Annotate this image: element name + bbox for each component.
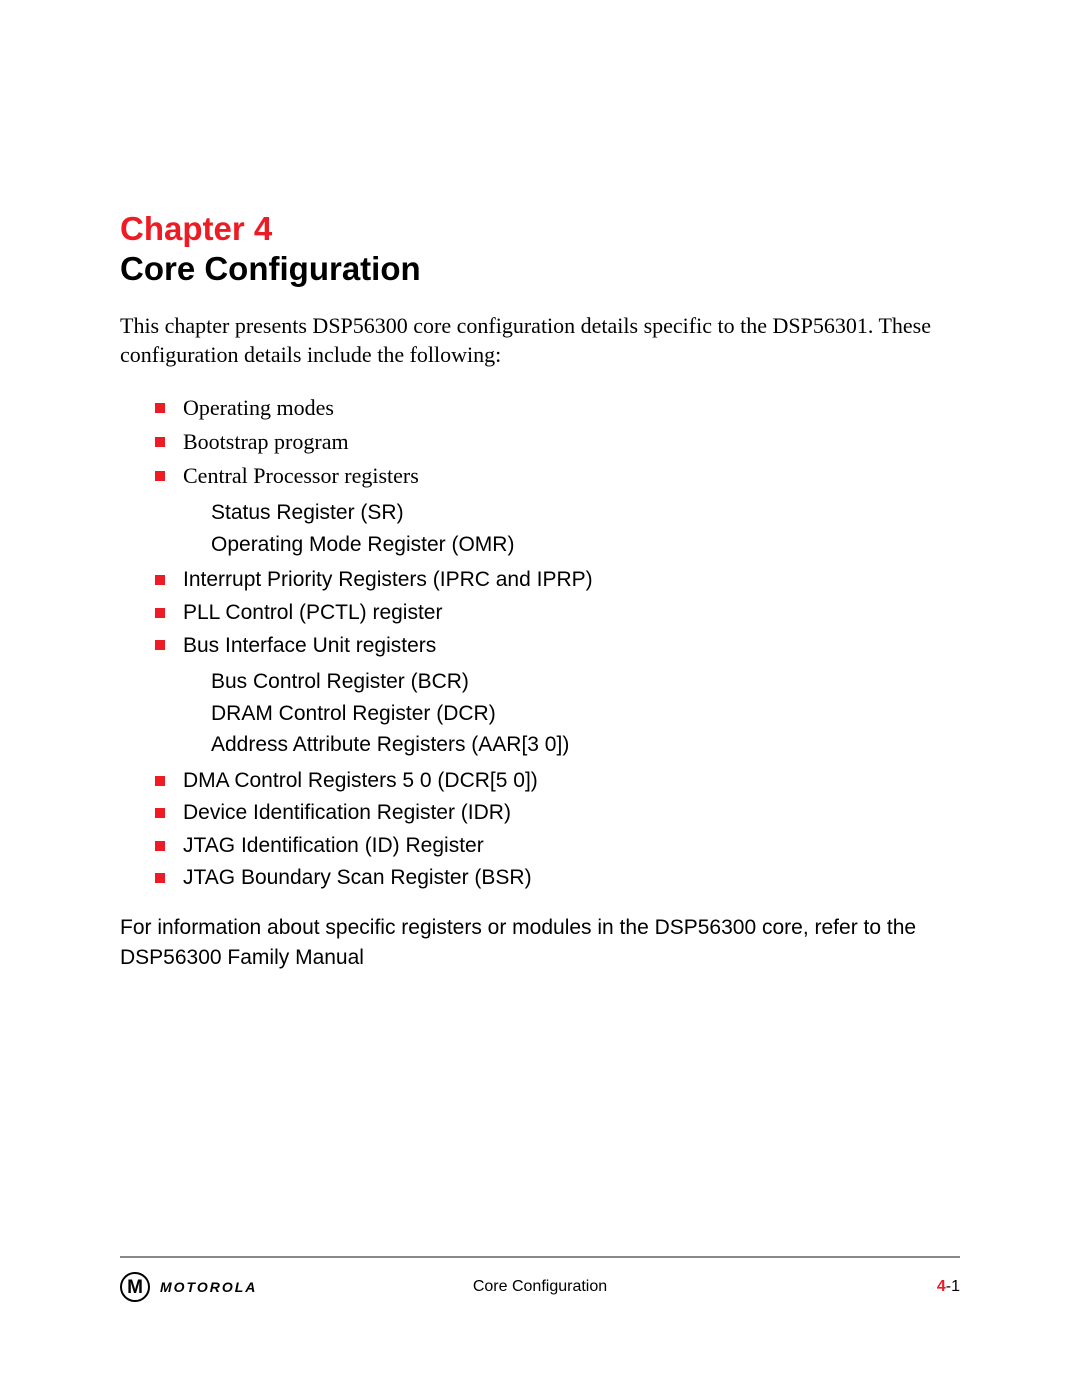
brand-wordmark: MOTOROLA <box>160 1279 257 1295</box>
sub-list-item: Address Attribute Registers (AAR[3 0]) <box>183 729 960 761</box>
sub-list-item: Bus Control Register (BCR) <box>183 666 960 698</box>
sub-list-item: DRAM Control Register (DCR) <box>183 698 960 730</box>
page-number-page: 1 <box>951 1278 960 1295</box>
list-item-text: JTAG Boundary Scan Register (BSR) <box>183 866 532 889</box>
motorola-logo-icon: M <box>120 1272 150 1302</box>
list-item-text: Operating modes <box>183 395 334 420</box>
list-item-text: Bus Interface Unit registers <box>183 634 436 657</box>
sub-list-item: Status Register (SR) <box>183 497 960 529</box>
list-item: Bootstrap program <box>155 425 960 459</box>
list-item: Central Processor registers Status Regist… <box>155 459 960 564</box>
intro-paragraph: This chapter presents DSP56300 core conf… <box>120 312 960 369</box>
list-item-text: Bootstrap program <box>183 429 349 454</box>
chapter-number: Chapter 4 <box>120 210 960 248</box>
list-item: Operating modes <box>155 391 960 425</box>
list-item-text: Central Processor registers <box>183 463 419 488</box>
chapter-title: Core Configuration <box>120 250 960 288</box>
list-item: DMA Control Registers 5 0 (DCR[5 0]) <box>155 765 960 798</box>
closing-paragraph: For information about specific registers… <box>120 913 960 974</box>
footer-rule <box>120 1256 960 1258</box>
list-item-text: DMA Control Registers 5 0 (DCR[5 0]) <box>183 769 538 792</box>
list-item-text: Interrupt Priority Registers (IPRC and I… <box>183 568 593 591</box>
sub-list: Status Register (SR)Operating Mode Regis… <box>183 493 960 564</box>
list-item-text: JTAG Identification (ID) Register <box>183 834 484 857</box>
list-item-text: Device Identification Register (IDR) <box>183 801 511 824</box>
list-item-text: PLL Control (PCTL) register <box>183 601 442 624</box>
list-item: JTAG Boundary Scan Register (BSR) <box>155 862 960 895</box>
list-item: Device Identification Register (IDR) <box>155 797 960 830</box>
list-item: PLL Control (PCTL) register <box>155 597 960 630</box>
page-footer: Core Configuration M MOTOROLA 4-1 <box>120 1256 960 1302</box>
list-item: JTAG Identification (ID) Register <box>155 830 960 863</box>
list-item: Interrupt Priority Registers (IPRC and I… <box>155 564 960 597</box>
list-item: Bus Interface Unit registers Bus Control … <box>155 630 960 765</box>
page-number-chapter: 4 <box>937 1278 946 1295</box>
bullet-list: Operating modes Bootstrap program Central … <box>120 391 960 895</box>
page-number: 4-1 <box>937 1278 960 1296</box>
sub-list-item: Operating Mode Register (OMR) <box>183 529 960 561</box>
footer-brand: M MOTOROLA <box>120 1272 257 1302</box>
sub-list: Bus Control Register (BCR)DRAM Control R… <box>183 662 960 765</box>
document-page: Chapter 4 Core Configuration This chapte… <box>0 0 1080 974</box>
